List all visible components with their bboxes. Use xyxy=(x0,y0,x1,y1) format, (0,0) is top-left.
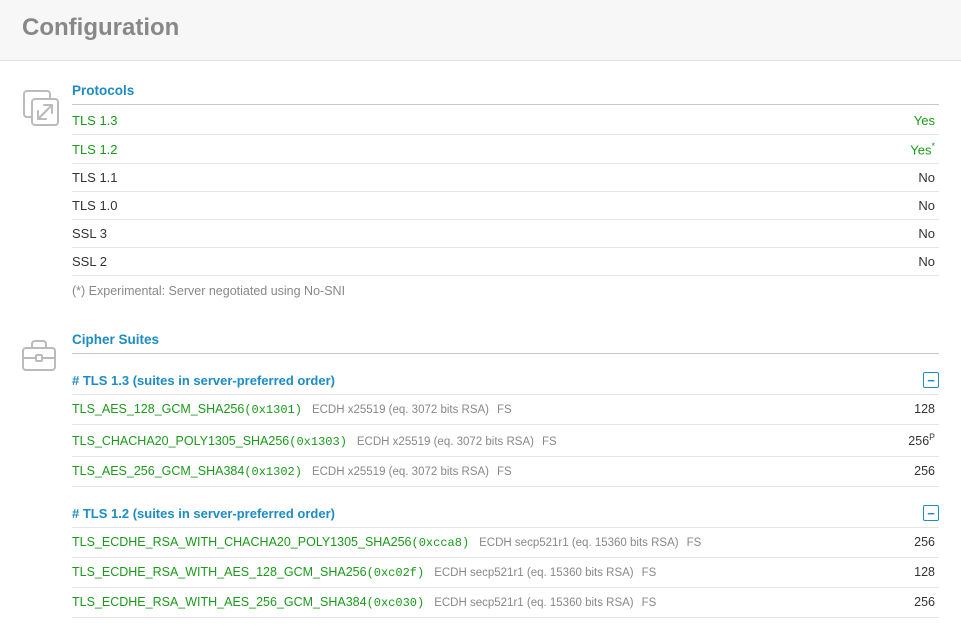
cipher-code: (0x1301) xyxy=(244,403,302,417)
briefcase-icon xyxy=(18,332,72,376)
cipher-code: (0xcca8) xyxy=(412,536,470,550)
protocol-row: SSL 2 No xyxy=(72,248,939,276)
protocol-name: TLS 1.2 xyxy=(72,142,118,157)
protocol-value: Yes* xyxy=(910,141,935,157)
protocol-row: TLS 1.3 Yes xyxy=(72,107,939,135)
page-title: Configuration xyxy=(0,0,961,61)
cipher-forward-secrecy: FS xyxy=(497,404,512,416)
cipher-row: TLS_AES_128_GCM_SHA256 (0x1301) ECDH x255… xyxy=(72,395,939,425)
cipher-row: TLS_CHACHA20_POLY1305_SHA256 (0x1303) ECD… xyxy=(72,425,939,457)
cipher-suites-heading: Cipher Suites xyxy=(72,332,939,354)
cipher-key-exchange: ECDH secp521r1 (eq. 15360 bits RSA) xyxy=(479,537,678,549)
protocol-name: TLS 1.3 xyxy=(72,113,118,128)
cipher-code: (0x1302) xyxy=(244,465,302,479)
protocol-value: Yes xyxy=(914,113,935,128)
cipher-key-exchange: ECDH secp521r1 (eq. 15360 bits RSA) xyxy=(434,597,633,609)
protocol-row: SSL 3 No xyxy=(72,220,939,248)
protocol-name: TLS 1.0 xyxy=(72,198,118,213)
cipher-forward-secrecy: FS xyxy=(542,436,557,448)
protocol-name: SSL 3 xyxy=(72,226,107,241)
protocol-value-sup: * xyxy=(931,141,935,151)
protocol-value: No xyxy=(918,254,935,269)
protocols-heading: Protocols xyxy=(72,83,939,105)
cipher-forward-secrecy: FS xyxy=(497,466,512,478)
protocol-row: TLS 1.1 No xyxy=(72,164,939,192)
protocol-name: TLS 1.1 xyxy=(72,170,118,185)
cipher-name: TLS_AES_128_GCM_SHA256 xyxy=(72,402,244,416)
cipher-name: TLS_ECDHE_RSA_WITH_AES_128_GCM_SHA256 xyxy=(72,565,367,579)
cipher-code: (0x1303) xyxy=(289,435,347,449)
cipher-row: TLS_AES_256_GCM_SHA384 (0x1302) ECDH x255… xyxy=(72,457,939,487)
cipher-suites-section: Cipher Suites # TLS 1.3 (suites in serve… xyxy=(0,298,961,618)
protocol-value: No xyxy=(918,198,935,213)
cipher-group-header: # TLS 1.2 (suites in server-preferred or… xyxy=(72,499,939,528)
cipher-forward-secrecy: FS xyxy=(642,597,657,609)
collapse-icon[interactable]: − xyxy=(923,505,939,521)
protocol-row: TLS 1.2 Yes* xyxy=(72,135,939,164)
cipher-name: TLS_AES_256_GCM_SHA384 xyxy=(72,464,244,478)
protocols-footnote: (*) Experimental: Server negotiated usin… xyxy=(72,276,939,298)
cipher-row: TLS_ECDHE_RSA_WITH_AES_256_GCM_SHA384 (0… xyxy=(72,588,939,618)
cipher-key-exchange: ECDH secp521r1 (eq. 15360 bits RSA) xyxy=(434,567,633,579)
cipher-name: TLS_ECDHE_RSA_WITH_CHACHA20_POLY1305_SHA… xyxy=(72,535,412,549)
cipher-key-exchange: ECDH x25519 (eq. 3072 bits RSA) xyxy=(312,466,489,478)
protocol-value: No xyxy=(918,226,935,241)
cipher-strength: 128 xyxy=(914,565,935,579)
protocol-name: SSL 2 xyxy=(72,254,107,269)
collapse-icon[interactable]: − xyxy=(923,372,939,388)
cipher-key-exchange: ECDH x25519 (eq. 3072 bits RSA) xyxy=(357,436,534,448)
protocols-table: TLS 1.3YesTLS 1.2Yes*TLS 1.1NoTLS 1.0NoS… xyxy=(72,107,939,276)
cipher-group-header: # TLS 1.3 (suites in server-preferred or… xyxy=(72,366,939,395)
cipher-row: TLS_ECDHE_RSA_WITH_AES_128_GCM_SHA256 (0… xyxy=(72,558,939,588)
cipher-strength-sup: P xyxy=(929,432,935,442)
cipher-key-exchange: ECDH x25519 (eq. 3072 bits RSA) xyxy=(312,404,489,416)
cipher-strength: 128 xyxy=(914,402,935,416)
cipher-name: TLS_ECDHE_RSA_WITH_AES_256_GCM_SHA384 xyxy=(72,595,367,609)
cipher-name: TLS_CHACHA20_POLY1305_SHA256 xyxy=(72,434,289,448)
cipher-code: (0xc02f) xyxy=(367,566,425,580)
cipher-row: TLS_ECDHE_RSA_WITH_CHACHA20_POLY1305_SHA… xyxy=(72,528,939,558)
cipher-strength: 256 xyxy=(914,535,935,549)
protocol-value: No xyxy=(918,170,935,185)
cipher-forward-secrecy: FS xyxy=(687,537,702,549)
cipher-strength: 256P xyxy=(908,432,935,448)
cipher-code: (0xc030) xyxy=(367,596,425,610)
cipher-strength: 256 xyxy=(914,464,935,478)
protocols-section: Protocols TLS 1.3 Yes TLS 1.2 Yes* TLS 1.1 No… xyxy=(0,61,961,298)
expand-icon xyxy=(18,83,72,127)
cipher-group-title: # TLS 1.3 (suites in server-preferred or… xyxy=(72,373,335,388)
cipher-strength: 256 xyxy=(914,595,935,609)
cipher-groups: # TLS 1.3 (suites in server-preferred or… xyxy=(72,366,939,618)
cipher-group-title: # TLS 1.2 (suites in server-preferred or… xyxy=(72,506,335,521)
cipher-forward-secrecy: FS xyxy=(642,567,657,579)
protocol-row: TLS 1.0 No xyxy=(72,192,939,220)
